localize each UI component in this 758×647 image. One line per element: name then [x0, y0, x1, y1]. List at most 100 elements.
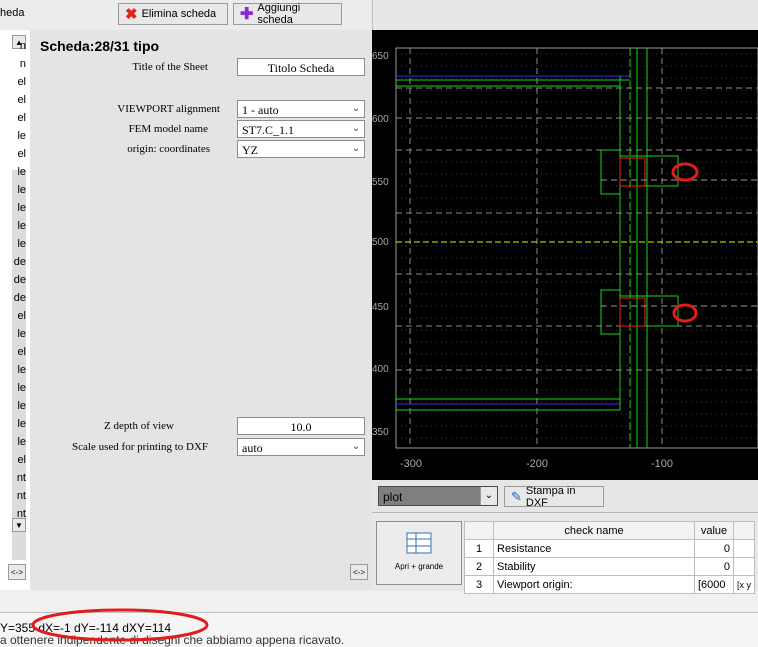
model-geometry	[396, 48, 758, 448]
list-item[interactable]: nt	[17, 490, 26, 502]
header-value[interactable]: value	[694, 521, 734, 540]
status-annotation-circle	[31, 608, 209, 642]
row-index: 3	[464, 575, 494, 594]
plus-icon: ✚	[240, 6, 254, 23]
print-dxf-button[interactable]: ✎ Stampa in DXF	[504, 485, 604, 509]
list-item[interactable]: el	[17, 94, 26, 106]
upper-marker-circle	[671, 162, 699, 182]
plot-select[interactable]: plot ⌄	[378, 486, 498, 506]
chevron-down-icon: ⌄	[480, 487, 497, 505]
list-item[interactable]: el	[17, 148, 26, 160]
scale-label: Scale used for printing to DXF	[72, 441, 208, 453]
properties-panel: Scheda:28/31 tipo Title of the Sheet Tit…	[30, 30, 373, 590]
scroll-down-button[interactable]: ▼	[12, 518, 26, 532]
list-item[interactable]: de	[14, 292, 26, 304]
results-panel: Apri + grande check name value 1 Resista…	[372, 512, 758, 594]
list-item[interactable]: nt	[17, 472, 26, 484]
fem-value: ST7.C_1.1	[242, 123, 295, 137]
list-item[interactable]: le	[17, 418, 26, 430]
list-item[interactable]: le	[17, 130, 26, 142]
row-extra	[733, 557, 755, 576]
pencil-icon: ✎	[511, 488, 522, 504]
delete-sheet-label: Elimina scheda	[141, 8, 217, 20]
toolbar: heda ✖ Elimina scheda ✚ Aggiungi scheda	[0, 0, 372, 31]
viewport-select[interactable]: 1 - auto ⌄	[237, 100, 365, 118]
row-value: 0	[694, 539, 734, 558]
list-item[interactable]: le	[17, 436, 26, 448]
title-input[interactable]: Titolo Scheda	[237, 58, 365, 76]
list-item[interactable]: le	[17, 238, 26, 250]
ytick-350: 350	[372, 427, 389, 438]
row-name: Viewport origin:	[493, 575, 695, 594]
left-resize-button[interactable]: <->	[8, 564, 26, 580]
row-name: Stability	[493, 557, 695, 576]
ytick-600: 600	[372, 114, 389, 125]
origin-select[interactable]: YZ ⌄	[237, 140, 365, 158]
open-big-label: Apri + grande	[394, 562, 444, 571]
list-item[interactable]: el	[17, 454, 26, 466]
list-item[interactable]: de	[14, 256, 26, 268]
list-item[interactable]: le	[17, 202, 26, 214]
zdepth-input[interactable]: 10.0	[237, 417, 365, 435]
origin-label: origin: coordinates	[127, 143, 210, 155]
list-item[interactable]: n	[20, 58, 26, 70]
sheet-title: Scheda:28/31 tipo	[40, 38, 160, 54]
lower-marker-circle	[672, 303, 698, 323]
ytick-500: 500	[372, 237, 389, 248]
ytick-400: 400	[372, 364, 389, 375]
table-row[interactable]: 3 Viewport origin: [6000 [x y	[464, 575, 755, 594]
ytick-labels: 650 600 550 500 450 400 350	[372, 51, 389, 438]
list-item[interactable]: n	[20, 40, 26, 52]
delete-sheet-button[interactable]: ✖ Elimina scheda	[118, 3, 228, 25]
chevron-down-icon: ⌄	[351, 143, 361, 154]
list-item[interactable]: el	[17, 310, 26, 322]
add-sheet-label: Aggiungi scheda	[257, 2, 301, 26]
list-item[interactable]: le	[17, 220, 26, 232]
row-index: 1	[464, 539, 494, 558]
list-item[interactable]: el	[17, 76, 26, 88]
top-right-bar	[372, 0, 758, 31]
plot-controls: plot ⌄ ✎ Stampa in DXF	[372, 480, 758, 512]
header-extra	[733, 521, 755, 540]
list-item[interactable]: le	[17, 184, 26, 196]
add-sheet-button[interactable]: ✚ Aggiungi scheda	[233, 2, 342, 26]
viewport-value: 1 - auto	[242, 103, 279, 117]
row-value: [6000	[694, 575, 734, 594]
list-item[interactable]: le	[17, 166, 26, 178]
scale-value: auto	[242, 441, 263, 455]
list-item[interactable]: le	[17, 382, 26, 394]
header-check-name[interactable]: check name	[493, 521, 695, 540]
open-big-button[interactable]: Apri + grande	[376, 521, 462, 585]
xtick-neg300: -300	[400, 458, 422, 470]
list-item[interactable]: el	[17, 346, 26, 358]
fem-label: FEM model name	[128, 123, 208, 135]
scale-select[interactable]: auto ⌄	[237, 438, 365, 456]
list-item[interactable]: nt	[17, 508, 26, 520]
xtick-labels: -300 -200 -100	[400, 458, 673, 470]
fem-select[interactable]: ST7.C_1.1 ⌄	[237, 120, 365, 138]
row-name: Resistance	[493, 539, 695, 558]
viewport-label: VIEWPORT alignment	[117, 103, 220, 115]
expand-icon: <->	[352, 567, 365, 577]
fem-viewport[interactable]: 650 600 550 500 450 400 350 -300 -200 -1…	[372, 30, 758, 510]
list-item[interactable]: de	[14, 274, 26, 286]
header-index	[464, 521, 494, 540]
xtick-neg100: -100	[651, 458, 673, 470]
list-item[interactable]: el	[17, 112, 26, 124]
row-value: 0	[694, 557, 734, 576]
table-row[interactable]: 2 Stability 0	[464, 557, 755, 576]
results-table[interactable]: check name value 1 Resistance 0 2 Stabil…	[464, 521, 755, 594]
list-item[interactable]: le	[17, 328, 26, 340]
table-row[interactable]: 1 Resistance 0	[464, 539, 755, 558]
list-item[interactable]: le	[17, 400, 26, 412]
zdepth-label: Z depth of view	[104, 420, 174, 432]
ytick-550: 550	[372, 177, 389, 188]
plot-canvas[interactable]: 650 600 550 500 450 400 350 -300 -200 -1…	[372, 30, 758, 480]
chevron-down-icon: ⌄	[351, 441, 361, 452]
ytick-650: 650	[372, 51, 389, 62]
props-resize-button[interactable]: <->	[350, 564, 368, 580]
list-item[interactable]: le	[17, 364, 26, 376]
status-bar: a ottenere indipendente di disegni che a…	[0, 608, 758, 647]
delete-icon: ✖	[125, 6, 138, 23]
sheet-list[interactable]: ▲ ▼ n n el el el le el le le le le le de de de el le el le…	[0, 30, 31, 590]
